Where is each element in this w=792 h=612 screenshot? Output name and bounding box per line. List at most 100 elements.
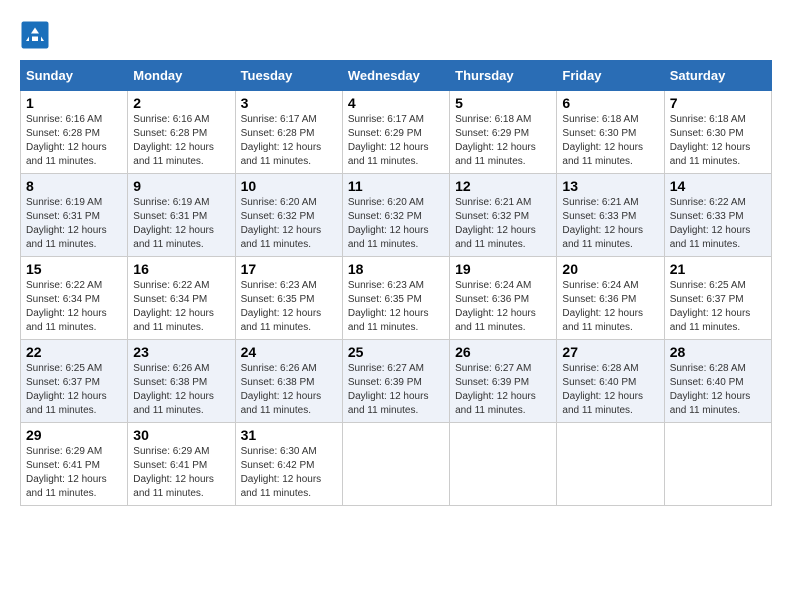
calendar-cell [342,423,449,506]
calendar-cell: 10 Sunrise: 6:20 AMSunset: 6:32 PMDayligh… [235,174,342,257]
calendar-cell: 5 Sunrise: 6:18 AMSunset: 6:29 PMDaylight… [450,91,557,174]
calendar-cell: 25 Sunrise: 6:27 AMSunset: 6:39 PMDayligh… [342,340,449,423]
day-info: Sunrise: 6:18 AMSunset: 6:30 PMDaylight:… [670,113,766,169]
day-number: 25 [348,344,444,360]
day-info: Sunrise: 6:24 AMSunset: 6:36 PMDaylight:… [562,279,658,335]
day-number: 24 [241,344,337,360]
day-number: 19 [455,261,551,277]
day-info: Sunrise: 6:22 AMSunset: 6:34 PMDaylight:… [26,279,122,335]
day-header-sunday: Sunday [21,61,128,91]
day-number: 26 [455,344,551,360]
calendar-week-2: 8 Sunrise: 6:19 AMSunset: 6:31 PMDaylight… [21,174,772,257]
calendar-cell: 6 Sunrise: 6:18 AMSunset: 6:30 PMDaylight… [557,91,664,174]
day-info: Sunrise: 6:27 AMSunset: 6:39 PMDaylight:… [455,362,551,418]
calendar-header-row: SundayMondayTuesdayWednesdayThursdayFrid… [21,61,772,91]
day-info: Sunrise: 6:26 AMSunset: 6:38 PMDaylight:… [133,362,229,418]
calendar-cell: 15 Sunrise: 6:22 AMSunset: 6:34 PMDayligh… [21,257,128,340]
calendar-cell: 16 Sunrise: 6:22 AMSunset: 6:34 PMDayligh… [128,257,235,340]
day-number: 18 [348,261,444,277]
day-info: Sunrise: 6:19 AMSunset: 6:31 PMDaylight:… [26,196,122,252]
calendar-cell: 14 Sunrise: 6:22 AMSunset: 6:33 PMDayligh… [664,174,771,257]
day-number: 27 [562,344,658,360]
calendar-cell: 13 Sunrise: 6:21 AMSunset: 6:33 PMDayligh… [557,174,664,257]
calendar-cell: 27 Sunrise: 6:28 AMSunset: 6:40 PMDayligh… [557,340,664,423]
calendar-table: SundayMondayTuesdayWednesdayThursdayFrid… [20,60,772,506]
day-info: Sunrise: 6:28 AMSunset: 6:40 PMDaylight:… [670,362,766,418]
day-number: 23 [133,344,229,360]
day-info: Sunrise: 6:22 AMSunset: 6:33 PMDaylight:… [670,196,766,252]
calendar-cell: 8 Sunrise: 6:19 AMSunset: 6:31 PMDaylight… [21,174,128,257]
calendar-cell: 31Sunrise: 6:30 AMSunset: 6:42 PMDayligh… [235,423,342,506]
day-info: Sunrise: 6:23 AMSunset: 6:35 PMDaylight:… [241,279,337,335]
day-number: 14 [670,178,766,194]
day-info: Sunrise: 6:22 AMSunset: 6:34 PMDaylight:… [133,279,229,335]
calendar-cell: 30 Sunrise: 6:29 AMSunset: 6:41 PMDayligh… [128,423,235,506]
day-number: 15 [26,261,122,277]
day-info: Sunrise: 6:21 AMSunset: 6:33 PMDaylight:… [562,196,658,252]
day-number: 7 [670,95,766,111]
day-header-friday: Friday [557,61,664,91]
day-number: 6 [562,95,658,111]
calendar-cell: 21Sunrise: 6:25 AMSunset: 6:37 PMDayligh… [664,257,771,340]
calendar-cell: 4 Sunrise: 6:17 AMSunset: 6:29 PMDaylight… [342,91,449,174]
day-info: Sunrise: 6:28 AMSunset: 6:40 PMDaylight:… [562,362,658,418]
calendar-cell: 2 Sunrise: 6:16 AMSunset: 6:28 PMDaylight… [128,91,235,174]
calendar-cell: 20 Sunrise: 6:24 AMSunset: 6:36 PMDayligh… [557,257,664,340]
day-info: Sunrise: 6:16 AMSunset: 6:28 PMDaylight:… [133,113,229,169]
day-info: Sunrise: 6:27 AMSunset: 6:39 PMDaylight:… [348,362,444,418]
day-info: Sunrise: 6:16 AMSunset: 6:28 PMDaylight:… [26,113,122,169]
day-info: Sunrise: 6:25 AMSunset: 6:37 PMDaylight:… [26,362,122,418]
day-number: 3 [241,95,337,111]
day-info: Sunrise: 6:18 AMSunset: 6:30 PMDaylight:… [562,113,658,169]
day-number: 13 [562,178,658,194]
calendar-cell: 1 Sunrise: 6:16 AMSunset: 6:28 PMDaylight… [21,91,128,174]
calendar-cell [664,423,771,506]
day-number: 30 [133,427,229,443]
day-number: 21 [670,261,766,277]
day-info: Sunrise: 6:23 AMSunset: 6:35 PMDaylight:… [348,279,444,335]
calendar-cell: 11Sunrise: 6:20 AMSunset: 6:32 PMDayligh… [342,174,449,257]
day-number: 10 [241,178,337,194]
day-number: 5 [455,95,551,111]
day-info: Sunrise: 6:21 AMSunset: 6:32 PMDaylight:… [455,196,551,252]
day-info: Sunrise: 6:30 AMSunset: 6:42 PMDaylight:… [241,445,337,501]
calendar-cell: 26 Sunrise: 6:27 AMSunset: 6:39 PMDayligh… [450,340,557,423]
calendar-cell: 29Sunrise: 6:29 AMSunset: 6:41 PMDayligh… [21,423,128,506]
day-number: 22 [26,344,122,360]
page-header [20,20,772,50]
day-header-tuesday: Tuesday [235,61,342,91]
calendar-week-4: 22 Sunrise: 6:25 AMSunset: 6:37 PMDayligh… [21,340,772,423]
day-number: 29 [26,427,122,443]
day-number: 11 [348,178,444,194]
calendar-cell: 18 Sunrise: 6:23 AMSunset: 6:35 PMDayligh… [342,257,449,340]
calendar-cell [557,423,664,506]
calendar-cell: 7 Sunrise: 6:18 AMSunset: 6:30 PMDaylight… [664,91,771,174]
day-header-saturday: Saturday [664,61,771,91]
calendar-cell: 24Sunrise: 6:26 AMSunset: 6:38 PMDayligh… [235,340,342,423]
day-header-monday: Monday [128,61,235,91]
day-info: Sunrise: 6:18 AMSunset: 6:29 PMDaylight:… [455,113,551,169]
day-number: 17 [241,261,337,277]
day-info: Sunrise: 6:17 AMSunset: 6:29 PMDaylight:… [348,113,444,169]
calendar-cell: 23 Sunrise: 6:26 AMSunset: 6:38 PMDayligh… [128,340,235,423]
day-number: 20 [562,261,658,277]
day-number: 4 [348,95,444,111]
day-number: 12 [455,178,551,194]
calendar-cell: 3Sunrise: 6:17 AMSunset: 6:28 PMDaylight… [235,91,342,174]
day-number: 28 [670,344,766,360]
day-info: Sunrise: 6:20 AMSunset: 6:32 PMDaylight:… [241,196,337,252]
calendar-week-5: 29 Sunrise: 6:29 AMSunset: 6:41 PMDayligh… [21,423,772,506]
day-number: 8 [26,178,122,194]
day-header-thursday: Thursday [450,61,557,91]
day-info: Sunrise: 6:29 AMSunset: 6:41 PMDaylight:… [133,445,229,501]
logo-icon [20,20,50,50]
calendar-cell: 19Sunrise: 6:24 AMSunset: 6:36 PMDayligh… [450,257,557,340]
day-number: 16 [133,261,229,277]
calendar-cell [450,423,557,506]
calendar-cell: 28 Sunrise: 6:28 AMSunset: 6:40 PMDayligh… [664,340,771,423]
day-number: 2 [133,95,229,111]
day-number: 1 [26,95,122,111]
calendar-week-1: 1 Sunrise: 6:16 AMSunset: 6:28 PMDaylight… [21,91,772,174]
day-info: Sunrise: 6:19 AMSunset: 6:31 PMDaylight:… [133,196,229,252]
calendar-week-3: 15 Sunrise: 6:22 AMSunset: 6:34 PMDayligh… [21,257,772,340]
